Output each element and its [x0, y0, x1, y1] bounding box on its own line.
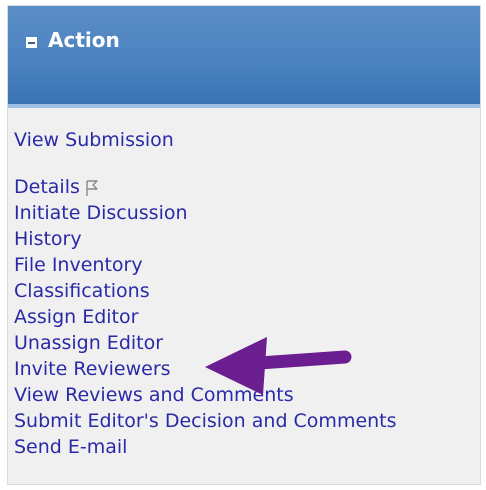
history-link[interactable]: History: [14, 226, 480, 252]
send-email-link[interactable]: Send E-mail: [14, 434, 480, 460]
classifications-link[interactable]: Classifications: [14, 278, 480, 304]
assign-editor-link[interactable]: Assign Editor: [14, 304, 480, 330]
invite-reviewers-link[interactable]: Invite Reviewers: [14, 356, 480, 382]
details-row: Details: [14, 174, 480, 200]
flag-icon[interactable]: [85, 178, 99, 196]
initiate-discussion-link[interactable]: Initiate Discussion: [14, 200, 480, 226]
unassign-editor-link[interactable]: Unassign Editor: [14, 330, 480, 356]
file-inventory-link[interactable]: File Inventory: [14, 252, 480, 278]
panel-title: Action: [48, 28, 120, 52]
view-submission-link[interactable]: View Submission: [14, 127, 480, 153]
minus-box-icon[interactable]: [26, 37, 37, 48]
submit-editors-decision-link[interactable]: Submit Editor's Decision and Comments: [14, 408, 480, 434]
view-reviews-and-comments-link[interactable]: View Reviews and Comments: [14, 382, 480, 408]
details-link[interactable]: Details: [14, 174, 80, 200]
action-links: View Submission Details Initiate Discuss…: [14, 127, 480, 460]
action-panel-header: Action: [8, 6, 480, 108]
action-panel: Action View Submission Details Initiate …: [7, 5, 481, 485]
